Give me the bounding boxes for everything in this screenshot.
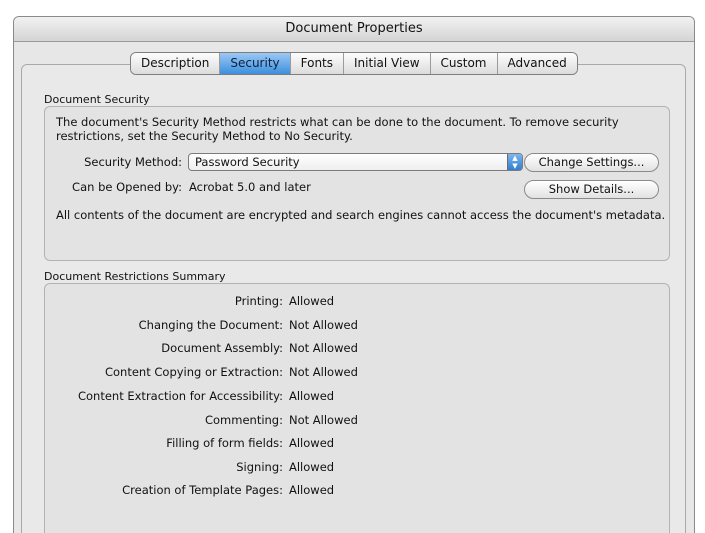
tab-fonts[interactable]: Fonts (290, 53, 345, 74)
restrictions-heading: Document Restrictions Summary (44, 270, 226, 283)
show-details-button[interactable]: Show Details... (524, 180, 659, 199)
tab-security[interactable]: Security (220, 53, 291, 74)
window-title: Document Properties (14, 17, 694, 42)
opened-by-value: Acrobat 5.0 and later (189, 180, 311, 194)
tab-custom[interactable]: Custom (430, 53, 498, 74)
restriction-value: Allowed (289, 294, 335, 308)
encryption-note: All contents of the document are encrypt… (56, 208, 666, 222)
restriction-label: Signing: (236, 460, 283, 474)
select-arrows-icon: ▲ ▼ (507, 154, 522, 170)
opened-by-label: Can be Opened by: (72, 180, 182, 194)
restriction-label: Filling of form fields: (166, 436, 283, 450)
restriction-value: Allowed (289, 483, 335, 497)
change-settings-button[interactable]: Change Settings... (524, 153, 659, 172)
security-method-select[interactable]: Password Security ▲ ▼ (188, 153, 523, 171)
tab-advanced[interactable]: Advanced (497, 53, 577, 74)
tab-bar: Description Security Fonts Initial View … (130, 52, 578, 75)
restriction-label: Changing the Document: (138, 318, 283, 332)
document-properties-window: Document Properties Description Security… (13, 16, 695, 533)
restriction-value: Allowed (289, 436, 335, 450)
document-security-heading: Document Security (44, 93, 150, 106)
security-method-label: Security Method: (84, 155, 182, 169)
security-intro-text: The document's Security Method restricts… (56, 115, 619, 143)
restriction-label: Commenting: (204, 413, 283, 427)
security-method-value: Password Security (195, 155, 300, 169)
restriction-value: Not Allowed (289, 341, 358, 355)
restriction-label: Printing: (234, 294, 283, 308)
restriction-label: Document Assembly: (161, 341, 283, 355)
restriction-value: Allowed (289, 389, 335, 403)
tab-initial-view[interactable]: Initial View (344, 53, 431, 74)
restriction-value: Allowed (289, 460, 335, 474)
restriction-value: Not Allowed (289, 318, 358, 332)
restriction-label: Content Copying or Extraction: (104, 365, 283, 379)
restriction-value: Not Allowed (289, 365, 358, 379)
restriction-label: Content Extraction for Accessibility: (77, 389, 283, 403)
restriction-label: Creation of Template Pages: (122, 483, 283, 497)
tab-description[interactable]: Description (131, 53, 221, 74)
restriction-value: Not Allowed (289, 413, 358, 427)
